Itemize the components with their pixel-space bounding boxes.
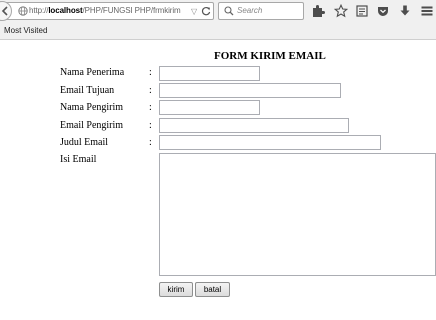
nama-penerima-input[interactable] bbox=[159, 66, 260, 81]
colon-separator: : bbox=[149, 137, 152, 148]
url-text[interactable]: http://localhost/PHP/FUNGSI PHP/frmkirim bbox=[29, 6, 181, 15]
search-icon bbox=[224, 6, 234, 16]
download-icon[interactable] bbox=[398, 4, 412, 18]
bookmarks-bar: Most Visited bbox=[0, 22, 436, 40]
label-nama-penerima: Nama Penerima bbox=[60, 67, 125, 78]
email-tujuan-input[interactable] bbox=[159, 83, 341, 98]
isi-email-textarea[interactable] bbox=[159, 153, 436, 276]
bookmark-star-icon[interactable] bbox=[334, 4, 348, 18]
batal-button[interactable]: batal bbox=[195, 282, 230, 297]
puzzle-icon[interactable] bbox=[311, 4, 325, 18]
email-pengirim-input[interactable] bbox=[159, 118, 349, 133]
label-email-tujuan: Email Tujuan bbox=[60, 85, 115, 96]
label-judul-email: Judul Email bbox=[60, 137, 109, 148]
menu-icon[interactable] bbox=[420, 4, 434, 18]
colon-separator: : bbox=[149, 85, 152, 96]
search-bar[interactable]: Search bbox=[218, 2, 304, 20]
reload-icon[interactable] bbox=[201, 6, 211, 16]
bookmark-most-visited[interactable]: Most Visited bbox=[4, 26, 47, 35]
back-arrow-icon bbox=[1, 6, 8, 16]
label-email-pengirim: Email Pengirim bbox=[60, 120, 124, 131]
back-button[interactable] bbox=[0, 1, 12, 21]
page-content: FORM KIRIM EMAIL Nama Penerima : Email T… bbox=[0, 40, 436, 320]
url-path: /PHP/FUNGSI PHP/frmkirim bbox=[82, 6, 181, 15]
label-isi-email: Isi Email bbox=[60, 154, 97, 165]
reading-list-icon[interactable] bbox=[355, 4, 369, 18]
label-nama-pengirim: Nama Pengirim bbox=[60, 102, 124, 113]
address-bar[interactable]: http://localhost/PHP/FUNGSI PHP/frmkirim… bbox=[0, 1, 214, 21]
pocket-icon[interactable] bbox=[376, 4, 390, 18]
kirim-button[interactable]: kirim bbox=[159, 282, 193, 297]
judul-email-input[interactable] bbox=[159, 135, 381, 150]
globe-icon bbox=[18, 6, 28, 16]
colon-separator: : bbox=[149, 102, 152, 113]
colon-separator: : bbox=[149, 120, 152, 131]
colon-separator: : bbox=[149, 67, 152, 78]
form-title: FORM KIRIM EMAIL bbox=[214, 50, 326, 62]
nama-pengirim-input[interactable] bbox=[159, 100, 260, 115]
url-host: localhost bbox=[48, 6, 83, 15]
url-history-dropdown-icon[interactable]: ▽ bbox=[191, 7, 197, 16]
browser-toolbar: http://localhost/PHP/FUNGSI PHP/frmkirim… bbox=[0, 0, 436, 22]
url-prefix: http:// bbox=[29, 6, 49, 15]
search-placeholder: Search bbox=[237, 6, 263, 15]
